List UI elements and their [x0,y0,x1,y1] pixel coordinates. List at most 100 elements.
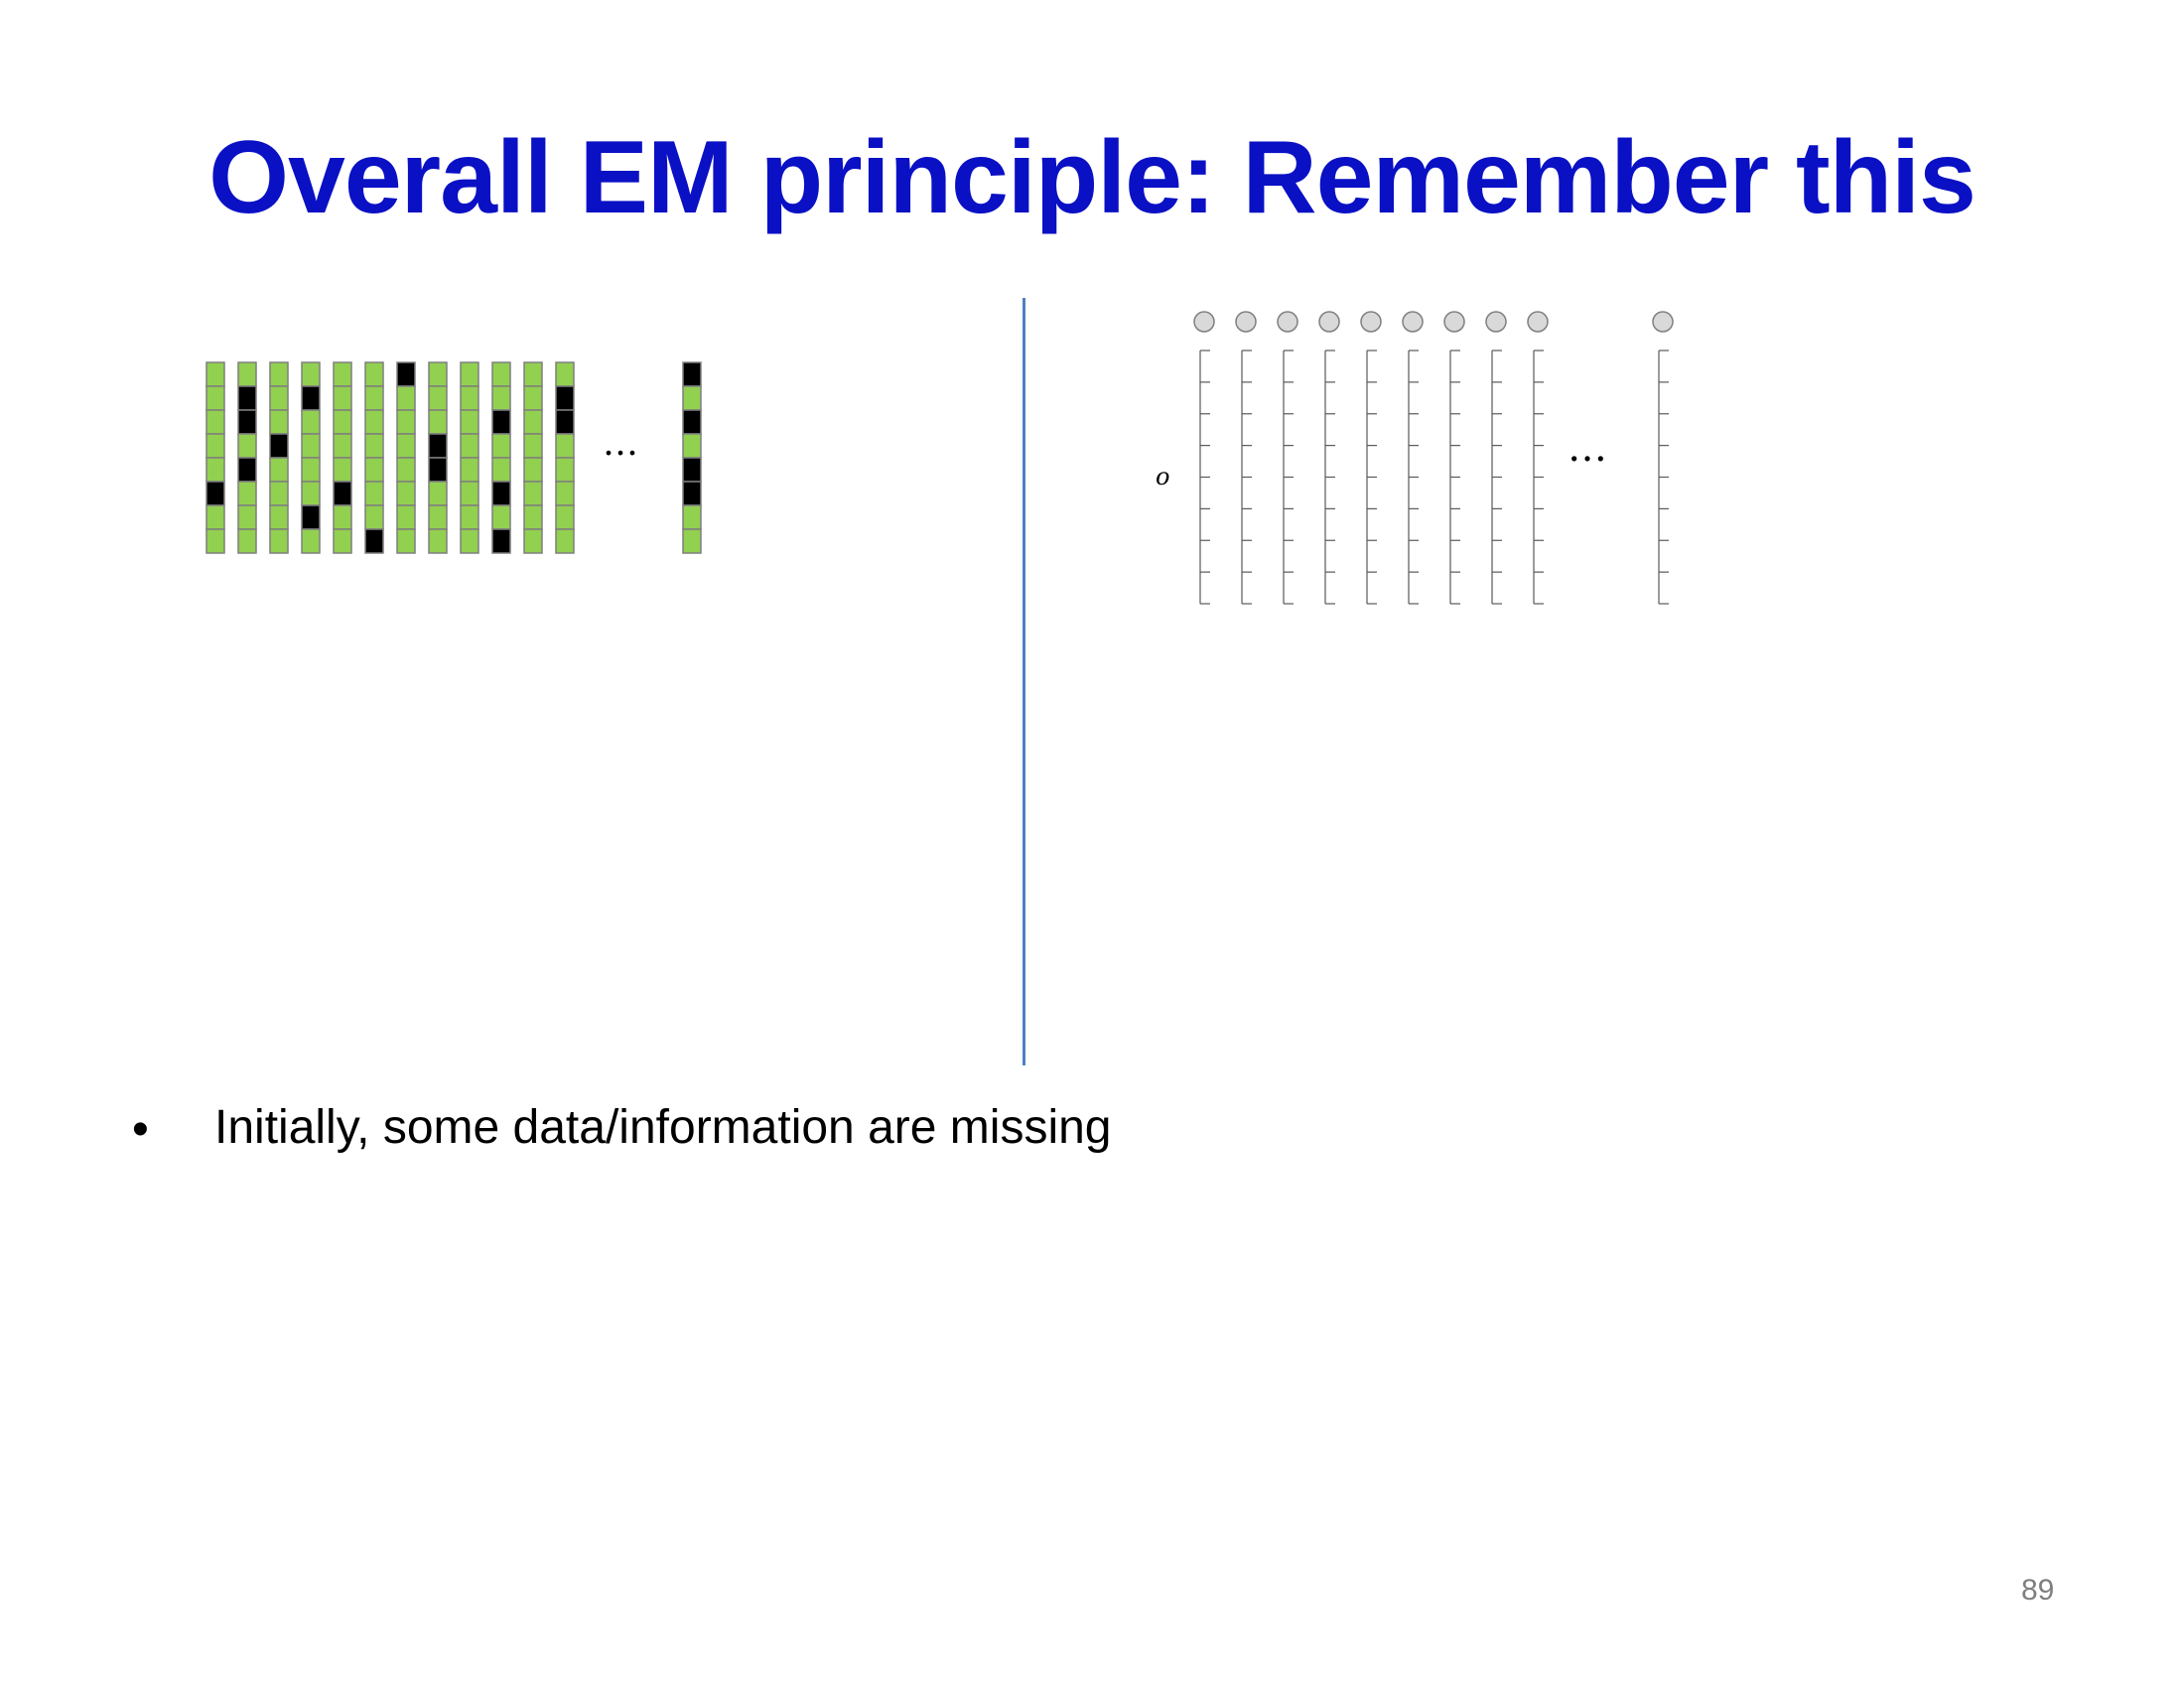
green-cell [269,504,289,530]
data-column [301,361,321,554]
green-cell [396,504,416,530]
right-hidden-matrix: o … [1147,306,1683,609]
data-column [237,361,257,554]
green-cell [396,457,416,483]
data-column [491,361,511,554]
green-cell [364,433,384,459]
green-cell [428,361,448,387]
data-column [205,361,225,554]
green-cell [491,457,511,483]
hidden-column [1402,311,1424,605]
green-cell [237,433,257,459]
green-cell [364,457,384,483]
green-cell [364,361,384,387]
hidden-column [1277,311,1298,605]
green-cell [205,528,225,554]
green-cell [396,385,416,411]
node-circle [1443,311,1465,333]
green-cell [269,457,289,483]
green-cell [396,481,416,506]
green-cell [237,481,257,506]
node-circle [1485,311,1507,333]
data-column [396,361,416,554]
green-cell [269,409,289,435]
green-cell [555,361,575,387]
data-column [269,361,289,554]
green-cell [491,504,511,530]
green-cell [523,457,543,483]
black-cell [205,481,225,506]
black-cell [364,528,384,554]
green-cell [460,409,479,435]
node-circle [1318,311,1340,333]
hidden-column [1443,311,1465,605]
black-cell [555,385,575,411]
green-cell [555,528,575,554]
green-cell [523,528,543,554]
green-cell [460,361,479,387]
green-cell [237,504,257,530]
slide-title: Overall EM principle: Remember this [208,120,1977,235]
black-cell [237,385,257,411]
green-cell [682,528,702,554]
data-column [523,361,543,554]
green-cell [333,504,352,530]
left-ellipsis: … [603,423,640,464]
green-cell [364,385,384,411]
node-circle [1277,311,1298,333]
data-column [682,361,702,554]
green-cell [269,361,289,387]
left-data-matrix: … [199,357,715,566]
black-cell [682,361,702,387]
green-cell [428,504,448,530]
green-cell [333,457,352,483]
green-cell [460,457,479,483]
green-cell [428,481,448,506]
green-cell [523,385,543,411]
black-cell [428,433,448,459]
green-cell [460,385,479,411]
black-cell [682,481,702,506]
green-cell [301,528,321,554]
green-cell [301,433,321,459]
green-cell [269,481,289,506]
data-column [555,361,575,554]
green-cell [428,409,448,435]
data-column [460,361,479,554]
data-column [333,361,352,554]
green-cell [491,361,511,387]
green-cell [205,504,225,530]
green-cell [682,385,702,411]
green-cell [269,528,289,554]
black-cell [301,385,321,411]
node-circle [1402,311,1424,333]
node-circle [1652,311,1674,333]
green-cell [555,504,575,530]
node-circle [1193,311,1215,333]
green-cell [205,433,225,459]
green-cell [460,528,479,554]
node-circle [1235,311,1257,333]
green-cell [333,409,352,435]
hidden-column [1360,311,1382,605]
hidden-column [1652,311,1674,605]
black-cell [237,409,257,435]
green-cell [333,433,352,459]
black-cell [491,409,511,435]
green-cell [301,361,321,387]
green-cell [523,361,543,387]
green-cell [523,433,543,459]
green-cell [364,504,384,530]
green-cell [555,433,575,459]
hidden-column [1235,311,1257,605]
green-cell [491,385,511,411]
green-cell [396,409,416,435]
green-cell [523,481,543,506]
black-cell [428,457,448,483]
green-cell [523,409,543,435]
green-cell [460,504,479,530]
hidden-column [1193,311,1215,605]
hidden-column [1318,311,1340,605]
green-cell [205,385,225,411]
black-cell [682,409,702,435]
